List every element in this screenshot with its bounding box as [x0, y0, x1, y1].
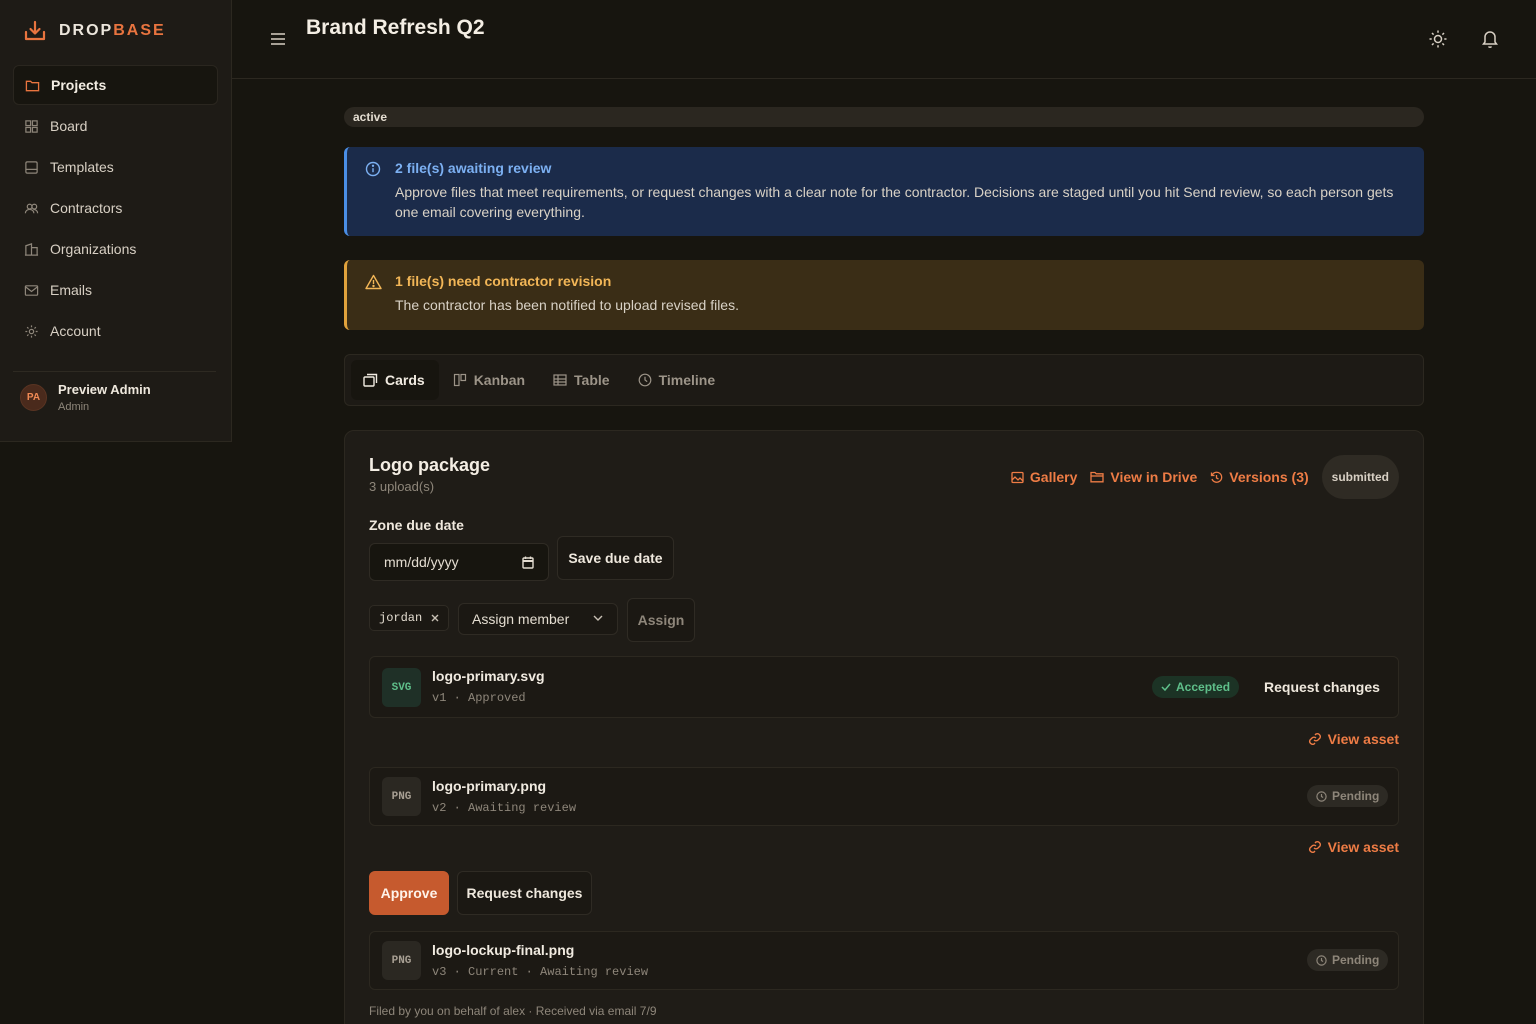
- request-changes-button[interactable]: Request changes: [457, 871, 592, 915]
- clock-icon: [1316, 954, 1327, 966]
- avatar: PA: [20, 384, 47, 411]
- folder-open-icon: [1090, 471, 1105, 483]
- users-icon: [24, 203, 39, 213]
- zone-status-badge: submitted: [1321, 455, 1399, 499]
- revision-warning-alert: 1 file(s) need contractor revision The c…: [344, 260, 1424, 330]
- view-tabs: Cards Kanban Table Timeline: [344, 354, 1424, 406]
- cards-icon: [363, 373, 378, 387]
- view-in-drive-link[interactable]: View in Drive: [1090, 469, 1197, 485]
- file-row: PNG logo-lockup-final.png v3 · Current ·…: [369, 931, 1399, 990]
- sidebar: DROPBASE Projects Board Templates Contra…: [0, 0, 232, 442]
- clock-icon: [638, 373, 651, 387]
- file-name: logo-lockup-final.png: [432, 942, 575, 958]
- user-role: Admin: [58, 401, 90, 413]
- sidebar-item-projects[interactable]: Projects: [13, 65, 218, 105]
- versions-link[interactable]: Versions (3): [1210, 469, 1309, 485]
- gallery-link[interactable]: Gallery: [1011, 469, 1077, 485]
- brand-name: DROPBASE: [59, 22, 166, 39]
- zone-due-date-label: Zone due date: [369, 517, 464, 533]
- tab-cards[interactable]: Cards: [351, 360, 439, 400]
- file-row: SVG logo-primary.svg v1 · Approved Accep…: [369, 656, 1399, 718]
- review-info-alert: 2 file(s) awaiting review Approve files …: [344, 147, 1424, 236]
- zone-card: Logo package 3 upload(s) Gallery View in…: [344, 430, 1424, 1024]
- pending-status-badge: Pending: [1307, 949, 1389, 971]
- clock-icon: [1316, 790, 1327, 802]
- chevron-down-icon: [593, 615, 603, 621]
- info-alert-title: 2 file(s) awaiting review: [395, 160, 552, 176]
- user-name: Preview Admin: [58, 382, 151, 397]
- pending-status-badge: Pending: [1307, 785, 1389, 807]
- kanban-icon: [453, 373, 466, 387]
- file-name: logo-primary.png: [432, 778, 547, 794]
- sidebar-nav: Projects Board Templates Contractors Org…: [13, 65, 218, 352]
- hamburger-menu-icon[interactable]: [270, 32, 286, 46]
- png-file-type-badge: PNG: [382, 941, 421, 980]
- tab-timeline[interactable]: Timeline: [626, 360, 730, 400]
- due-date-input[interactable]: mm/dd/yyyy: [369, 543, 549, 581]
- brand-logo[interactable]: DROPBASE: [24, 20, 166, 42]
- link-icon: [1308, 841, 1321, 853]
- zone-upload-count: 3 upload(s): [369, 479, 435, 494]
- close-icon[interactable]: [431, 614, 439, 622]
- mail-icon: [24, 284, 39, 296]
- sidebar-item-contractors[interactable]: Contractors: [13, 188, 218, 228]
- approve-button[interactable]: Approve: [369, 871, 449, 915]
- info-alert-body: Approve files that meet requirements, or…: [395, 184, 1394, 220]
- sidebar-item-templates[interactable]: Templates: [13, 147, 218, 187]
- file-meta: v2 · Awaiting review: [432, 801, 577, 815]
- warning-triangle-icon: [365, 274, 382, 290]
- info-icon: [365, 161, 381, 177]
- image-gallery-icon: [1011, 471, 1024, 483]
- user-profile[interactable]: PA Preview Admin Admin: [20, 382, 151, 413]
- page-title: Brand Refresh Q2: [306, 16, 485, 39]
- sidebar-item-board[interactable]: Board: [13, 106, 218, 146]
- gear-icon: [25, 324, 38, 338]
- bell-icon[interactable]: [1481, 29, 1499, 49]
- project-status-badge: active: [344, 107, 1424, 127]
- tab-kanban[interactable]: Kanban: [441, 360, 539, 400]
- save-due-date-button[interactable]: Save due date: [557, 536, 674, 580]
- download-tray-icon: [24, 20, 46, 41]
- top-header: Brand Refresh Q2: [232, 0, 1536, 79]
- check-icon: [1161, 683, 1171, 691]
- file-meta: v1 · Approved: [432, 691, 526, 705]
- assign-button[interactable]: Assign: [627, 598, 695, 642]
- assignee-chip: jordan: [369, 605, 450, 631]
- view-asset-link[interactable]: View asset: [1308, 731, 1399, 747]
- sidebar-item-organizations[interactable]: Organizations: [13, 229, 218, 269]
- view-asset-link[interactable]: View asset: [1308, 839, 1399, 855]
- folder-icon: [25, 80, 40, 91]
- file-footnote: Filed by you on behalf of alex · Receive…: [369, 1004, 657, 1018]
- assign-member-select[interactable]: Assign member: [458, 603, 618, 635]
- file-meta: v3 · Current · Awaiting review: [432, 965, 649, 979]
- sidebar-item-account[interactable]: Account: [13, 311, 218, 351]
- sidebar-divider: [13, 371, 216, 372]
- accepted-status-badge: Accepted: [1152, 676, 1240, 698]
- link-icon: [1308, 733, 1321, 745]
- sidebar-item-emails[interactable]: Emails: [13, 270, 218, 310]
- template-icon: [25, 160, 38, 174]
- svg-file-type-badge: SVG: [382, 668, 421, 707]
- zone-actions: Gallery View in Drive Versions (3) submi…: [1011, 455, 1399, 499]
- history-icon: [1211, 471, 1223, 483]
- calendar-icon[interactable]: [522, 556, 534, 569]
- building-icon: [24, 242, 39, 256]
- zone-title: Logo package: [369, 455, 491, 475]
- sun-theme-icon[interactable]: [1428, 29, 1448, 49]
- file-name: logo-primary.svg: [432, 668, 545, 684]
- table-icon: [553, 374, 567, 386]
- request-changes-link[interactable]: Request changes: [1264, 679, 1380, 695]
- file-row: PNG logo-primary.png v2 · Awaiting revie…: [369, 767, 1399, 826]
- tab-table[interactable]: Table: [541, 360, 624, 400]
- warning-alert-body: The contractor has been notified to uplo…: [395, 297, 739, 313]
- grid-icon: [25, 119, 38, 133]
- warning-alert-title: 1 file(s) need contractor revision: [395, 273, 612, 289]
- png-file-type-badge: PNG: [382, 777, 421, 816]
